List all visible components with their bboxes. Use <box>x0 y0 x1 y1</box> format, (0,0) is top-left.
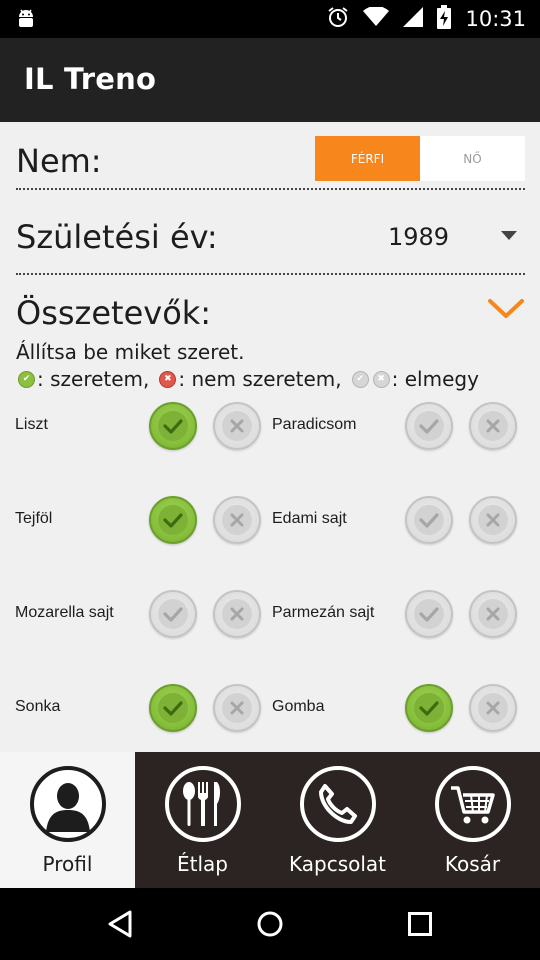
home-icon[interactable] <box>240 888 300 960</box>
back-icon[interactable] <box>90 888 150 960</box>
signal-icon <box>403 6 424 32</box>
ingredient-name-gomba: Gomba <box>272 698 325 715</box>
legend-neutral-text: : elmegy <box>391 367 479 391</box>
x-icon <box>222 599 252 629</box>
phone-icon <box>299 766 376 842</box>
neutral-check-legend-icon <box>351 370 369 388</box>
gender-label: Nem: <box>16 142 102 180</box>
profile-content: Nem: FÉRFI NŐ Születési év: 1989 Összete… <box>0 122 540 752</box>
app-screen: 10:31 IL Treno Nem: FÉRFI NŐ Születési é… <box>0 0 540 960</box>
wifi-icon <box>363 5 390 32</box>
alarm-icon <box>327 6 349 33</box>
check-icon <box>158 411 188 441</box>
status-bar: 10:31 <box>0 0 540 38</box>
gender-option-male[interactable]: FÉRFI <box>315 136 420 181</box>
nav-label: Kosár <box>444 852 501 876</box>
divider <box>16 273 525 275</box>
like-button-sonka[interactable] <box>149 684 197 732</box>
dislike-button-sonka[interactable] <box>213 684 261 732</box>
neutral-x-legend-icon <box>372 370 390 388</box>
dislike-legend-icon <box>159 370 177 388</box>
nav-etlap[interactable]: Étlap <box>135 752 270 888</box>
x-icon <box>478 599 508 629</box>
ingredient-name-sonka: Sonka <box>15 698 61 715</box>
x-icon <box>222 505 252 535</box>
like-button-parmez-n-sajt[interactable] <box>405 590 453 638</box>
recents-icon[interactable] <box>390 888 450 960</box>
x-icon <box>478 693 508 723</box>
check-icon <box>414 599 444 629</box>
ingredient-name-mozarella-sajt: Mozarella sajt <box>15 604 114 621</box>
action-bar: IL Treno <box>0 38 540 122</box>
divider <box>16 188 525 190</box>
dislike-button-liszt[interactable] <box>213 402 261 450</box>
x-icon <box>478 505 508 535</box>
x-icon <box>478 411 508 441</box>
like-button-paradicsom[interactable] <box>405 402 453 450</box>
system-navigation-bar <box>0 888 540 960</box>
check-icon <box>158 505 188 535</box>
bottom-navigation: Profil Étlap Kapcsolat Kosár <box>0 752 540 888</box>
dislike-button-mozarella-sajt[interactable] <box>213 590 261 638</box>
dislike-button-edami-sajt[interactable] <box>469 496 517 544</box>
ingredients-instruction: Állítsa be miket szeret. <box>16 340 245 364</box>
dislike-button-parmez-n-sajt[interactable] <box>469 590 517 638</box>
person-icon <box>29 766 106 842</box>
birth-year-label: Születési év: <box>16 218 218 256</box>
birth-year-value[interactable]: 1989 <box>388 223 449 251</box>
nav-profil[interactable]: Profil <box>0 752 135 888</box>
nav-kosar[interactable]: Kosár <box>405 752 540 888</box>
battery-charging-icon <box>437 4 452 34</box>
nav-kapcsolat[interactable]: Kapcsolat <box>270 752 405 888</box>
x-icon <box>222 693 252 723</box>
like-legend-icon <box>18 370 35 388</box>
like-button-mozarella-sajt[interactable] <box>149 590 197 638</box>
check-icon <box>158 599 188 629</box>
check-icon <box>414 505 444 535</box>
ingredients-legend: : szeretem, : nem szeretem, : elmegy <box>16 366 479 392</box>
dislike-button-paradicsom[interactable] <box>469 402 517 450</box>
app-title: IL Treno <box>24 62 157 96</box>
gender-option-female[interactable]: NŐ <box>420 136 525 181</box>
android-icon <box>16 8 36 35</box>
dislike-button-gomba[interactable] <box>469 684 517 732</box>
ingredients-label: Összetevők: <box>16 294 212 332</box>
like-button-edami-sajt[interactable] <box>405 496 453 544</box>
check-icon <box>414 411 444 441</box>
status-time: 10:31 <box>465 7 526 31</box>
like-button-tejf-l[interactable] <box>149 496 197 544</box>
chevron-down-icon[interactable] <box>487 298 525 325</box>
nav-label: Kapcsolat <box>288 852 387 876</box>
ingredient-name-edami-sajt: Edami sajt <box>272 510 347 527</box>
legend-like-text: : szeretem, <box>37 367 150 391</box>
ingredient-name-liszt: Liszt <box>15 416 48 433</box>
cart-icon <box>434 766 511 842</box>
legend-dislike-text: : nem szeretem, <box>178 367 342 391</box>
like-button-liszt[interactable] <box>149 402 197 450</box>
ingredient-name-paradicsom: Paradicsom <box>272 416 357 433</box>
nav-label: Profil <box>42 852 93 876</box>
dislike-button-tejf-l[interactable] <box>213 496 261 544</box>
cutlery-icon <box>164 766 241 842</box>
dropdown-arrow-icon[interactable] <box>501 231 517 240</box>
check-icon <box>414 693 444 723</box>
gender-selector: FÉRFI NŐ <box>315 136 525 181</box>
nav-label: Étlap <box>177 852 228 876</box>
like-button-gomba[interactable] <box>405 684 453 732</box>
ingredient-name-parmez-n-sajt: Parmezán sajt <box>272 604 375 621</box>
check-icon <box>158 693 188 723</box>
ingredient-name-tejf-l: Tejföl <box>15 510 53 527</box>
x-icon <box>222 411 252 441</box>
